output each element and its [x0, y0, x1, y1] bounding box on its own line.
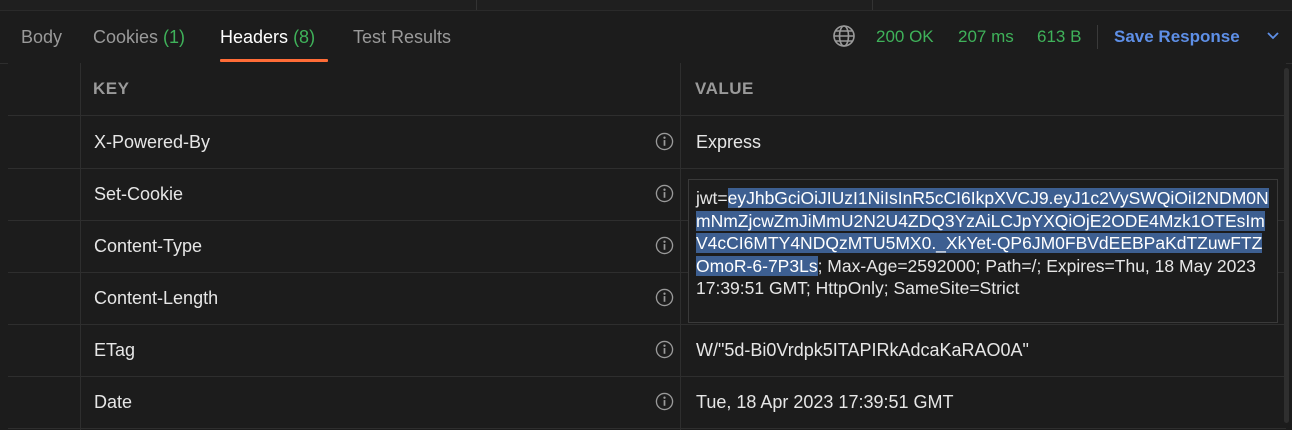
table-row: X-Powered-By Express [8, 116, 1286, 169]
info-icon[interactable] [655, 236, 674, 255]
column-divider [80, 63, 81, 430]
info-icon[interactable] [655, 392, 674, 411]
table-header: KEY VALUE [8, 63, 1286, 116]
header-value[interactable]: Express [696, 116, 761, 168]
set-cookie-value[interactable]: jwt=eyJhbGciOiJIUzI1NiIsInR5cCI6IkpXVCJ9… [696, 187, 1270, 300]
scrollbar[interactable] [1284, 68, 1289, 423]
header-key[interactable]: Date [94, 376, 132, 428]
header-key[interactable]: X-Powered-By [94, 116, 210, 168]
table-row: ETag W/"5d-Bi0Vrdpk5ITAPIRkAdcaKaRAO0A" [8, 324, 1286, 377]
chevron-down-icon[interactable] [1266, 31, 1280, 41]
header-key[interactable]: Content-Type [94, 220, 202, 272]
status-code[interactable]: 200 OK [876, 11, 934, 63]
value-column-header: VALUE [695, 79, 754, 98]
top-strip [0, 0, 1292, 11]
info-icon[interactable] [655, 132, 674, 151]
response-tab-bar: Body Cookies (1) Headers (8) Test Result… [0, 11, 1292, 64]
table-row: Date Tue, 18 Apr 2023 17:39:51 GMT [8, 376, 1286, 429]
header-key[interactable]: Set-Cookie [94, 168, 183, 220]
set-cookie-value-editor[interactable]: jwt=eyJhbGciOiJIUzI1NiIsInR5cCI6IkpXVCJ9… [688, 179, 1278, 323]
header-key[interactable]: ETag [94, 324, 135, 376]
response-size[interactable]: 613 B [1037, 11, 1081, 63]
save-response-button[interactable]: Save Response [1114, 11, 1240, 63]
divider [476, 0, 477, 10]
divider [1097, 25, 1098, 49]
column-divider [680, 63, 681, 430]
header-value[interactable]: Tue, 18 Apr 2023 17:39:51 GMT [696, 376, 954, 428]
key-column-header: KEY [93, 79, 130, 98]
info-icon[interactable] [655, 340, 674, 359]
info-icon[interactable] [655, 184, 674, 203]
info-icon[interactable] [655, 288, 674, 307]
response-time[interactable]: 207 ms [958, 11, 1014, 63]
header-value[interactable]: W/"5d-Bi0Vrdpk5ITAPIRkAdcaKaRAO0A" [696, 324, 1029, 376]
headers-table: KEY VALUE X-Powered-By Express Set-Cooki… [8, 63, 1286, 430]
divider [872, 0, 873, 10]
cookie-prefix: jwt= [696, 188, 728, 208]
header-key[interactable]: Content-Length [94, 272, 218, 324]
